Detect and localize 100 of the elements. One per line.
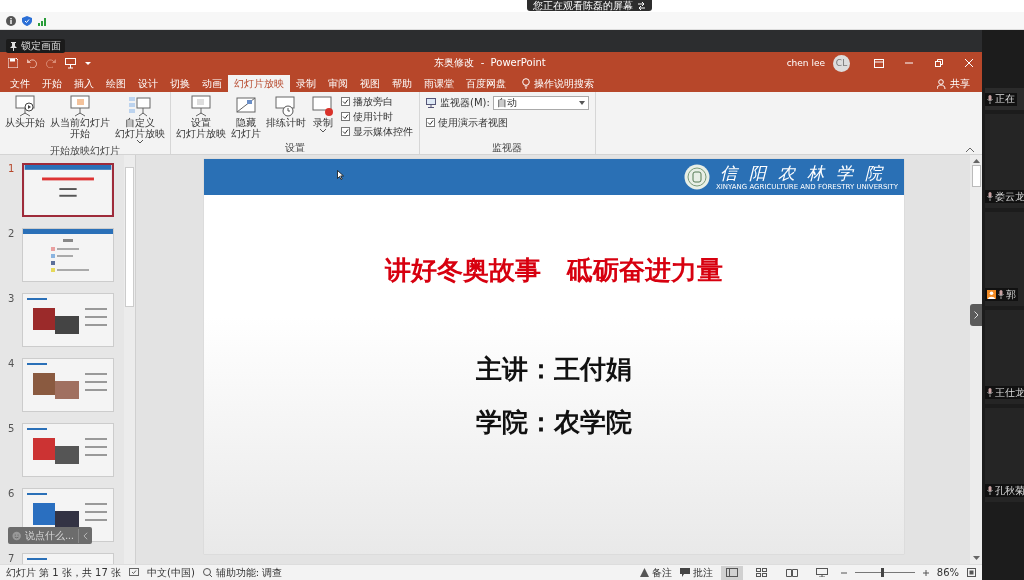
ribbon-tab[interactable]: 文件 (4, 75, 36, 92)
pin-icon (10, 41, 17, 51)
slide-title: 讲好冬奥故事 砥砺奋进力量 (385, 254, 723, 287)
user-name[interactable]: chen lee (786, 58, 825, 68)
slide-counter: 幻灯片 第 1 张，共 17 张 (6, 565, 121, 580)
chevron-right-icon (973, 311, 979, 319)
group-label: 监视器 (491, 142, 524, 154)
zoom-slider-thumb[interactable] (880, 568, 884, 577)
signal-icon[interactable] (38, 15, 48, 26)
ribbon-tab[interactable]: 雨课堂 (418, 75, 460, 92)
customize-caret-icon[interactable] (85, 60, 91, 66)
accessibility-button[interactable]: 辅助功能: 调查 (202, 565, 283, 580)
ribbon-button[interactable]: 从当前幻灯片 开始 (48, 94, 112, 145)
slide-number: 7 (7, 553, 16, 564)
scrollbar[interactable] (124, 155, 135, 564)
checkbox-option[interactable]: 显示媒体控件 (341, 125, 413, 138)
ribbon-button[interactable]: 自定义 幻灯片放映 (113, 94, 167, 145)
participant-name: 王仕龙 (995, 385, 1024, 400)
participant-name: 正在 (995, 92, 1015, 106)
ribbon-tab[interactable]: 插入 (68, 75, 100, 92)
shield-icon[interactable] (22, 15, 32, 26)
collapse-ribbon-icon[interactable] (966, 147, 974, 152)
user-avatar[interactable]: CL (833, 54, 850, 72)
monitor-dropdown[interactable]: 自动 (492, 96, 589, 110)
language-button[interactable]: 中文(中国) (147, 565, 195, 580)
window-title: 东奥修改 - PowerPoint (433, 56, 547, 70)
present-icon[interactable] (65, 57, 76, 69)
switch-icon[interactable] (637, 1, 646, 10)
monitor-icon (426, 98, 437, 108)
grid-view-icon (755, 568, 768, 577)
slide-text: 主讲：王付娟 (476, 353, 632, 386)
view-button[interactable] (720, 565, 743, 580)
ribbon-tab[interactable]: 绘图 (100, 75, 132, 92)
ribbon-tab[interactable]: 帮助 (386, 75, 418, 92)
banner-text: 您正在观看陈磊的屏幕 (533, 0, 633, 11)
close-icon[interactable] (964, 58, 974, 68)
ribbon-tab[interactable]: 视图 (354, 75, 386, 92)
microphone-icon (987, 388, 993, 397)
ribbon-tab[interactable]: 切换 (164, 75, 196, 92)
ribbon-button[interactable]: 录制 (309, 94, 337, 142)
checkbox[interactable] (341, 97, 350, 106)
slide-list-icon (128, 95, 152, 117)
normal-view-icon (725, 568, 738, 577)
projector-screen-icon (13, 95, 37, 117)
scrollbar-thumb[interactable] (125, 167, 134, 307)
microphone-icon (987, 192, 993, 201)
ribbon-button[interactable]: 隐藏 幻灯片 (229, 94, 263, 142)
ribbon-tab[interactable]: 开始 (36, 75, 68, 92)
ribbon-tab[interactable]: 百度网盘 (460, 75, 512, 92)
scrollbar-thumb[interactable] (971, 165, 981, 187)
ribbon-button[interactable]: 设置 幻灯片放映 (174, 94, 228, 142)
zoom-level[interactable]: 86% (936, 567, 959, 578)
info-icon[interactable] (6, 15, 16, 26)
checkbox[interactable] (341, 127, 350, 136)
fit-window-icon[interactable] (967, 568, 976, 577)
emblem-icon (683, 164, 710, 190)
checkbox[interactable] (426, 118, 435, 127)
comments-button[interactable]: 批注 (679, 565, 713, 580)
ribbon-tab[interactable]: 设计 (132, 75, 164, 92)
ribbon-display-icon[interactable] (874, 58, 884, 68)
projector-screen-icon (189, 95, 213, 117)
checkbox-option[interactable]: 使用演示者视图 (426, 116, 589, 129)
scroll-down-icon[interactable] (972, 556, 980, 561)
comment-icon (679, 568, 690, 577)
ribbon-tab[interactable]: 录制 (290, 75, 322, 92)
slide-number: 5 (7, 423, 16, 434)
checkbox-option[interactable]: 使用计时 (341, 110, 413, 123)
stopwatch-icon (274, 95, 298, 117)
microphone-icon (987, 486, 993, 495)
notes-icon (639, 568, 649, 577)
ribbon-tab[interactable]: 幻灯片放映 (228, 75, 290, 92)
notes-button[interactable]: 备注 (639, 565, 672, 580)
scrollbar[interactable] (970, 155, 982, 564)
accessibility-icon (202, 568, 213, 577)
zoom-in-icon[interactable] (922, 569, 929, 576)
share-button[interactable]: 共享 (937, 75, 970, 92)
ribbon-tab[interactable]: 动画 (196, 75, 228, 92)
lock-tooltip[interactable]: 锁定画面 (6, 39, 65, 53)
lightbulb-icon (522, 78, 530, 89)
slide-number: 3 (7, 293, 16, 304)
tell-me-search[interactable]: 操作说明搜索 (522, 75, 594, 92)
checkbox[interactable] (341, 112, 350, 121)
ribbon-button[interactable]: 排练计时 (264, 94, 308, 142)
slide-thumbnail[interactable] (22, 163, 114, 217)
field-label: 监视器(M): (440, 96, 490, 110)
slide-number: 4 (7, 358, 16, 369)
undo-icon[interactable] (27, 58, 37, 68)
participant-name: 郭 (1006, 287, 1016, 302)
ribbon-tab[interactable]: 审阅 (322, 75, 354, 92)
record-icon (311, 95, 335, 117)
participant-name: 孔秋菊 (995, 483, 1024, 498)
expand-panel-button[interactable] (970, 304, 982, 326)
projector-screen-icon (68, 95, 92, 117)
checkbox-option[interactable]: 播放旁白 (341, 95, 413, 108)
ribbon-button[interactable]: 从头开始 (3, 94, 47, 145)
spellcheck-icon[interactable] (129, 568, 139, 577)
search-hint: 操作说明搜索 (534, 76, 594, 91)
scroll-up-icon[interactable] (972, 158, 980, 163)
restore-icon[interactable] (934, 58, 944, 68)
save-icon[interactable] (8, 58, 18, 68)
